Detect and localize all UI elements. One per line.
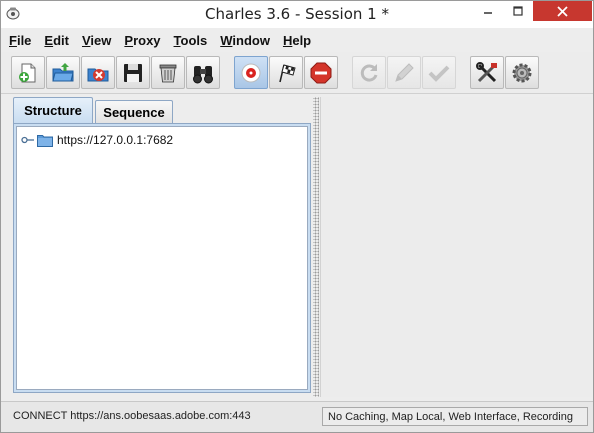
tools-icon [476,61,497,82]
menu-help[interactable]: Help [281,33,313,48]
menu-view[interactable]: View [80,33,113,48]
menu-file-label: ile [16,32,32,48]
tree-node-label: https://127.0.0.1:7682 [57,133,174,147]
tools-button[interactable] [470,56,504,89]
new-session-icon [19,63,36,82]
find-button[interactable] [186,56,220,89]
save-session-button[interactable] [116,56,150,89]
clear-session-button[interactable] [151,56,185,89]
menu-window[interactable]: Window [218,33,272,48]
pane-splitter[interactable] [313,97,319,397]
maximize-button[interactable] [504,1,532,21]
minimize-button[interactable] [474,1,502,21]
menu-proxy[interactable]: Proxy [122,33,162,48]
breakpoint-stop-icon [310,62,332,83]
menu-tools-mnemonic: T [173,32,181,48]
menu-view-label: iew [90,32,112,48]
edit-pencil-icon [395,62,414,82]
minimize-icon [484,12,492,14]
menu-bar: File Edit View Proxy Tools Window Help [1,29,593,51]
validate-check-icon [428,65,450,82]
repeat-icon [360,63,378,82]
menu-file[interactable]: File [7,33,33,48]
menu-help-label: elp [292,32,312,48]
structure-panel: https://127.0.0.1:7682 [13,123,311,393]
start-recording-button[interactable] [234,56,268,89]
menu-proxy-label: roxy [133,32,161,48]
menu-edit-label: dit [53,32,69,48]
new-session-button[interactable] [11,56,45,89]
throttle-flag-icon [279,63,296,82]
menu-edit[interactable]: Edit [42,33,71,48]
open-session-button[interactable] [46,56,80,89]
close-icon [557,5,568,17]
menu-tools-label: ools [180,32,208,48]
settings-button[interactable] [505,56,539,89]
tree-node-host[interactable]: https://127.0.0.1:7682 [21,131,173,149]
binoculars-icon [193,65,213,83]
save-disk-icon [124,63,142,82]
edit-button[interactable] [387,56,421,89]
close-session-button[interactable] [81,56,115,89]
menu-file-mnemonic: F [9,32,17,48]
toolbar [1,52,593,94]
menu-proxy-mnemonic: P [124,32,134,48]
settings-gear-icon [512,63,532,82]
open-folder-icon [52,62,74,81]
title-bar: Charles 3.6 - Session 1 * [1,1,593,28]
status-bar: CONNECT https://ans.oobesaas.adobe.com:4… [1,401,593,432]
menu-window-mnemonic: W [220,32,233,48]
menu-tools[interactable]: Tools [172,33,210,48]
maximize-icon [513,6,523,16]
close-session-icon [87,68,109,81]
close-button[interactable] [533,1,592,21]
tab-structure[interactable]: Structure [13,97,93,123]
trash-can-icon [159,64,177,82]
tab-sequence[interactable]: Sequence [95,100,173,123]
breakpoints-button[interactable] [304,56,338,89]
record-icon [241,63,261,82]
repeat-button[interactable] [352,56,386,89]
detail-pane [320,97,592,397]
menu-edit-mnemonic: E [44,32,54,48]
navigator-pane: Structure Sequence https://127.0.0.1:768… [7,97,311,397]
folder-icon [37,135,53,147]
structure-tree[interactable]: https://127.0.0.1:7682 [16,126,308,390]
menu-help-mnemonic: H [282,32,293,48]
status-message: CONNECT https://ans.oobesaas.adobe.com:4… [13,410,251,422]
validate-button[interactable] [422,56,456,89]
charles-window: Charles 3.6 - Session 1 * File Edit View… [0,0,594,433]
menu-window-label: indow [232,32,270,48]
tree-expand-handle-icon[interactable] [21,135,35,145]
status-tools-summary[interactable]: No Caching, Map Local, Web Interface, Re… [322,407,588,426]
throttling-button[interactable] [269,56,303,89]
